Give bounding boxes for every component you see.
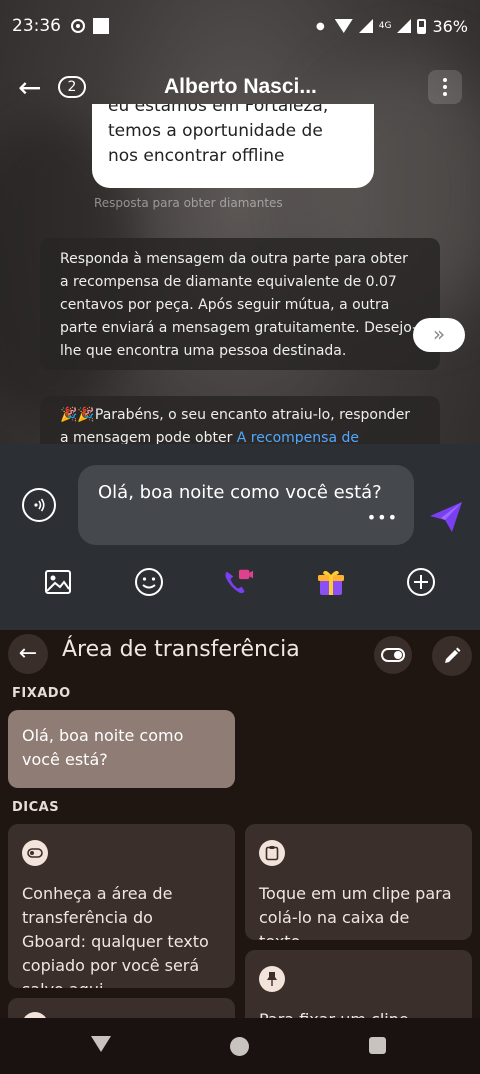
toggle-icon bbox=[22, 840, 48, 866]
clipboard-back-button[interactable]: ← bbox=[8, 634, 48, 674]
nav-home-icon[interactable] bbox=[230, 1037, 249, 1056]
expand-button[interactable]: » bbox=[413, 318, 465, 352]
pinned-clip[interactable]: Olá, boa noite como você está? bbox=[8, 710, 235, 788]
tip-card-3[interactable]: Para fixar um clipe bbox=[245, 950, 472, 1018]
tip-card-2[interactable]: Toque em um clipe para colá-lo na caixa … bbox=[245, 824, 472, 940]
nav-back-icon[interactable] bbox=[91, 1036, 111, 1052]
clipboard-toggle-icon[interactable] bbox=[374, 636, 412, 674]
edit-pencil-icon[interactable] bbox=[432, 636, 472, 676]
tip-3-text: Para fixar um clipe bbox=[259, 1008, 458, 1018]
signal-icon bbox=[358, 19, 373, 33]
emoji-icon[interactable] bbox=[133, 566, 165, 598]
message-input-value: Olá, boa noite como você está? bbox=[98, 482, 382, 503]
notification-icon bbox=[93, 18, 109, 34]
add-icon[interactable] bbox=[405, 566, 437, 598]
tips-section-label: DICAS bbox=[12, 800, 60, 815]
arrow-left-icon[interactable]: ← bbox=[18, 71, 58, 104]
signal-icon-2 bbox=[397, 19, 412, 33]
nav-recents-icon[interactable] bbox=[369, 1037, 386, 1054]
reward-hint: Resposta para obter diamantes bbox=[94, 196, 283, 210]
network-type: 4G bbox=[378, 21, 392, 31]
message-input[interactable]: Olá, boa noite como você está? ••• bbox=[78, 465, 414, 545]
incoming-message-bubble[interactable]: eu estamos em Fortaleza, temos a oportun… bbox=[92, 104, 374, 188]
congrats-notice-card: 🎉🎉Parabéns, o seu encanto atraiu-lo, res… bbox=[40, 396, 440, 444]
pin-icon bbox=[259, 966, 285, 992]
image-icon[interactable] bbox=[42, 566, 74, 598]
pinned-section-label: FIXADO bbox=[12, 686, 71, 701]
party-emoji: 🎉🎉 bbox=[60, 407, 95, 423]
gift-icon[interactable] bbox=[315, 566, 347, 598]
battery-icon bbox=[417, 18, 427, 34]
system-notice-text: Responda à mensagem da outra parte para … bbox=[60, 251, 418, 359]
voice-message-icon[interactable] bbox=[22, 488, 56, 522]
wifi-icon bbox=[334, 19, 353, 33]
more-options-button[interactable] bbox=[428, 70, 462, 104]
battery-level: 36% bbox=[432, 16, 468, 36]
clipboard-title: Área de transferência bbox=[62, 637, 300, 662]
sync-icon bbox=[71, 19, 85, 33]
status-time: 23:36 bbox=[12, 16, 61, 36]
clipboard-icon bbox=[259, 840, 285, 866]
unread-count-badge: 2 bbox=[58, 76, 86, 98]
chat-header: ← 2 Alberto Nasci... bbox=[0, 62, 480, 112]
video-call-icon[interactable] bbox=[222, 566, 254, 598]
more-dots-icon[interactable]: ••• bbox=[367, 504, 398, 531]
send-icon[interactable] bbox=[428, 500, 464, 534]
tip-2-text: Toque em um clipe para colá-lo na caixa … bbox=[259, 884, 452, 940]
tip-card-1[interactable]: Conheça a área de transferência do Gboar… bbox=[8, 824, 235, 988]
composer-toolbar bbox=[0, 566, 480, 610]
incoming-message-text: temos a oportunidade de nos encontrar of… bbox=[108, 121, 323, 166]
system-notice-card: Responda à mensagem da outra parte para … bbox=[40, 238, 440, 370]
tip-card-4[interactable] bbox=[8, 998, 235, 1018]
status-bar: 23:36 ● 4G 36% bbox=[12, 16, 468, 36]
contact-name[interactable]: Alberto Nasci... bbox=[164, 75, 317, 99]
pinned-clip-text: Olá, boa noite como você está? bbox=[22, 726, 184, 769]
tip-1-text: Conheça a área de transferência do Gboar… bbox=[22, 884, 209, 988]
